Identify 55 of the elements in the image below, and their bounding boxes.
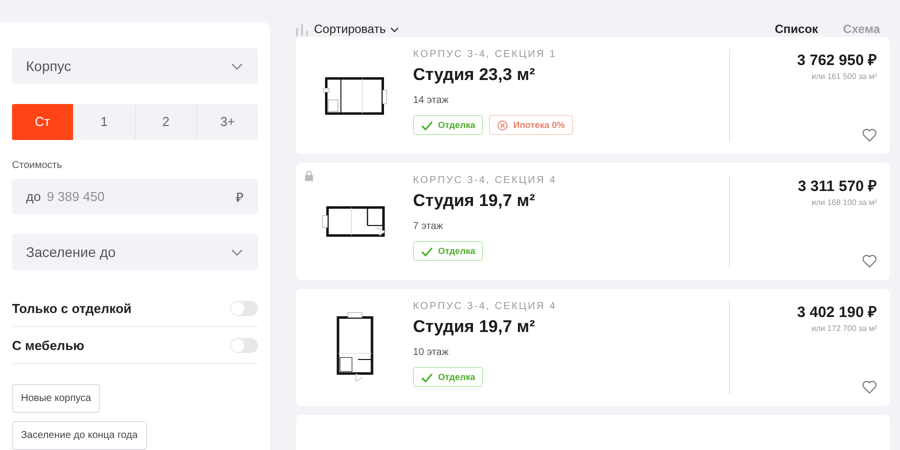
building-label: КОРПУС 3-4, СЕКЦИЯ 4 <box>413 301 558 312</box>
sort-button[interactable]: Сортировать <box>308 22 399 36</box>
price-field[interactable]: до 9 389 450 ₽ <box>12 178 258 214</box>
price: 3 311 570 ₽ <box>798 177 877 195</box>
filter-chip[interactable]: Заселение до конца года <box>12 420 147 450</box>
tag-label: Отделка <box>438 246 476 256</box>
chevron-icon <box>230 247 244 258</box>
currency-sign: ₽ <box>236 188 244 206</box>
field-label: Стоимость <box>12 160 64 171</box>
filter-chip[interactable]: Новые корпуса <box>12 384 100 413</box>
toggle-label: С мебелью <box>12 338 84 353</box>
price: 3 402 190 ₽ <box>797 303 877 321</box>
input-field[interactable]: 9 389 450 <box>46 189 236 204</box>
listing-card[interactable]: КОРПУС 3-4, СЕКЦИЯ 4 Студия 19,7 м² 10 этаж Отделка 3 402 190 ₽ или 172 700 за м² <box>296 289 890 406</box>
chevron-icon <box>230 60 244 71</box>
listing-card[interactable]: КОРПУС 3-4, СЕКЦИЯ 4 Студия 19,7 м² 7 этаж Отделка 3 311 570 ₽ или 168 100 за м² <box>296 163 890 280</box>
apartment-title: Студия 23,3 м² <box>413 65 536 85</box>
toggle-label: Только с отделкой <box>12 300 132 316</box>
room-option[interactable]: 2 <box>134 104 196 140</box>
floor-plan-drawing <box>334 312 374 383</box>
building-label: КОРПУС 3-4, СЕКЦИЯ 1 <box>413 49 558 60</box>
field-prefix: до <box>26 189 41 204</box>
heart-icon[interactable] <box>862 380 877 394</box>
chevron-icon <box>390 26 399 32</box>
heart-icon[interactable] <box>862 254 877 268</box>
floor-label: 7 этаж <box>413 221 444 232</box>
room-option[interactable]: 3+ <box>196 104 258 140</box>
check-icon <box>421 372 433 382</box>
listing-card[interactable]: КОРПУС 3-4, СЕКЦИЯ 1 Студия 23,3 м² 14 этаж Отделка Ипотека 0% 3 762 950 ₽ или 161 500 за м² <box>296 37 890 154</box>
tag-label: Ипотека 0% <box>513 120 565 130</box>
view-tab[interactable]: Список <box>762 22 832 36</box>
cross-circle-icon <box>497 120 508 130</box>
heart-icon[interactable] <box>862 128 877 142</box>
dropdown[interactable]: Заселение до <box>12 234 258 270</box>
floor-label: 10 этаж <box>413 347 450 358</box>
floor-label: 14 этаж <box>413 95 450 106</box>
room-option[interactable]: Ст <box>12 104 73 140</box>
dropdown[interactable]: Корпус <box>12 48 258 84</box>
price-per-meter: или 161 500 за м² <box>812 72 877 81</box>
check-icon <box>421 120 433 130</box>
price-per-meter: или 168 100 за м² <box>812 198 877 207</box>
tag-label: Отделка <box>438 372 476 382</box>
price-per-meter: или 172 700 за м² <box>812 324 877 333</box>
room-option[interactable]: 1 <box>72 104 134 140</box>
dropdown-label: Корпус <box>26 58 72 74</box>
building-label: КОРПУС 3-4, СЕКЦИЯ 4 <box>413 175 558 186</box>
tag-label: Отделка <box>438 120 476 130</box>
bar-chart-icon <box>296 22 308 36</box>
dropdown-label: Заселение до <box>26 244 116 260</box>
floor-plan-drawing <box>322 76 388 114</box>
floor-plan-drawing <box>322 206 387 238</box>
check-icon <box>421 246 433 256</box>
apartment-title: Студия 19,7 м² <box>413 317 536 337</box>
price: 3 762 950 ₽ <box>797 51 877 69</box>
apartment-title: Студия 19,7 м² <box>413 191 536 211</box>
